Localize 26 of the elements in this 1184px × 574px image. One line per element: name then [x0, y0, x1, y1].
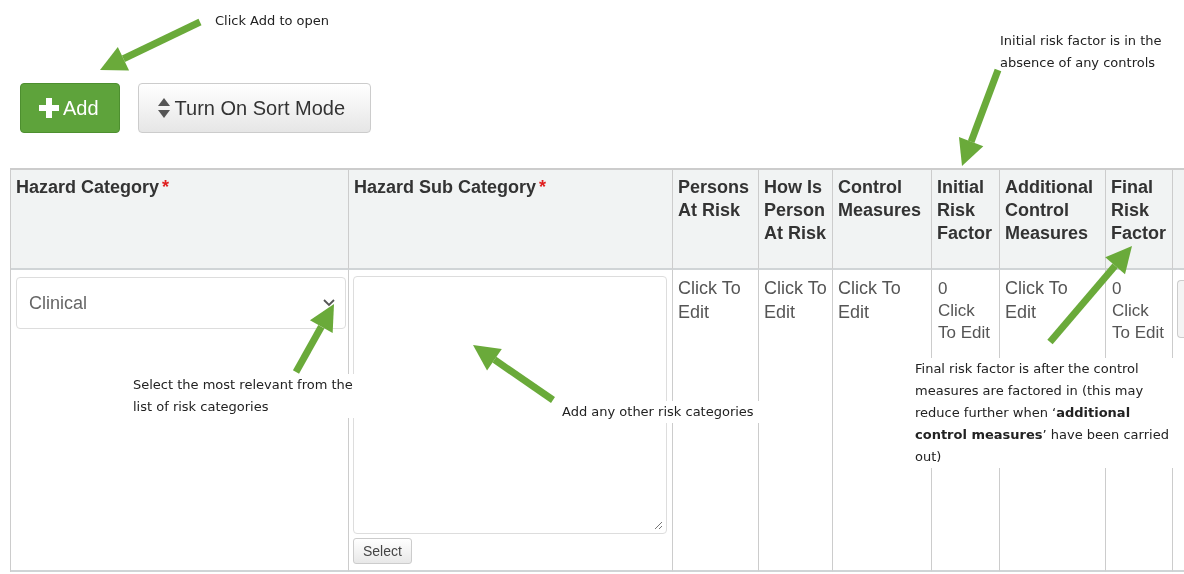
risk-score: 0 — [938, 278, 948, 300]
resize-grip-icon[interactable] — [653, 520, 663, 530]
column-header: Control Measures — [838, 176, 923, 222]
click-to-edit-link[interactable]: Click To Edit — [1112, 300, 1166, 344]
click-to-edit-link[interactable]: Click To Edit — [764, 276, 827, 324]
pointer-arrow — [292, 304, 334, 374]
column-header: Additional Control Measures — [1005, 176, 1094, 245]
column-header: Hazard Sub Category * — [354, 176, 547, 199]
sort-icon — [156, 97, 171, 119]
annotation-note: Click Add to open — [215, 12, 331, 30]
column-header: Persons At Risk — [678, 176, 751, 222]
sort-mode-button[interactable]: Turn On Sort Mode — [137, 83, 371, 133]
plus-icon — [39, 98, 59, 118]
annotation-note: Initial risk factor is in the absence of any controls — [1000, 32, 1163, 72]
risk-score: 0 — [1112, 278, 1122, 300]
column-header: Hazard Category * — [16, 176, 170, 199]
chevron-down-icon — [323, 299, 335, 307]
column-header: How Is Person At Risk — [764, 176, 827, 245]
column-header: Final Risk Factor — [1111, 176, 1167, 245]
click-to-edit-link[interactable]: Click To Edit — [678, 276, 753, 324]
select-button[interactable]: Select — [353, 538, 412, 564]
click-to-edit-link[interactable]: Click To Edit — [838, 276, 926, 324]
column-header: Initial Risk Factor — [937, 176, 993, 245]
click-to-edit-link[interactable]: Click To Edit — [1005, 276, 1100, 324]
category-select[interactable]: Clinical — [16, 277, 346, 329]
click-to-edit-link[interactable]: Click To Edit — [938, 300, 993, 344]
